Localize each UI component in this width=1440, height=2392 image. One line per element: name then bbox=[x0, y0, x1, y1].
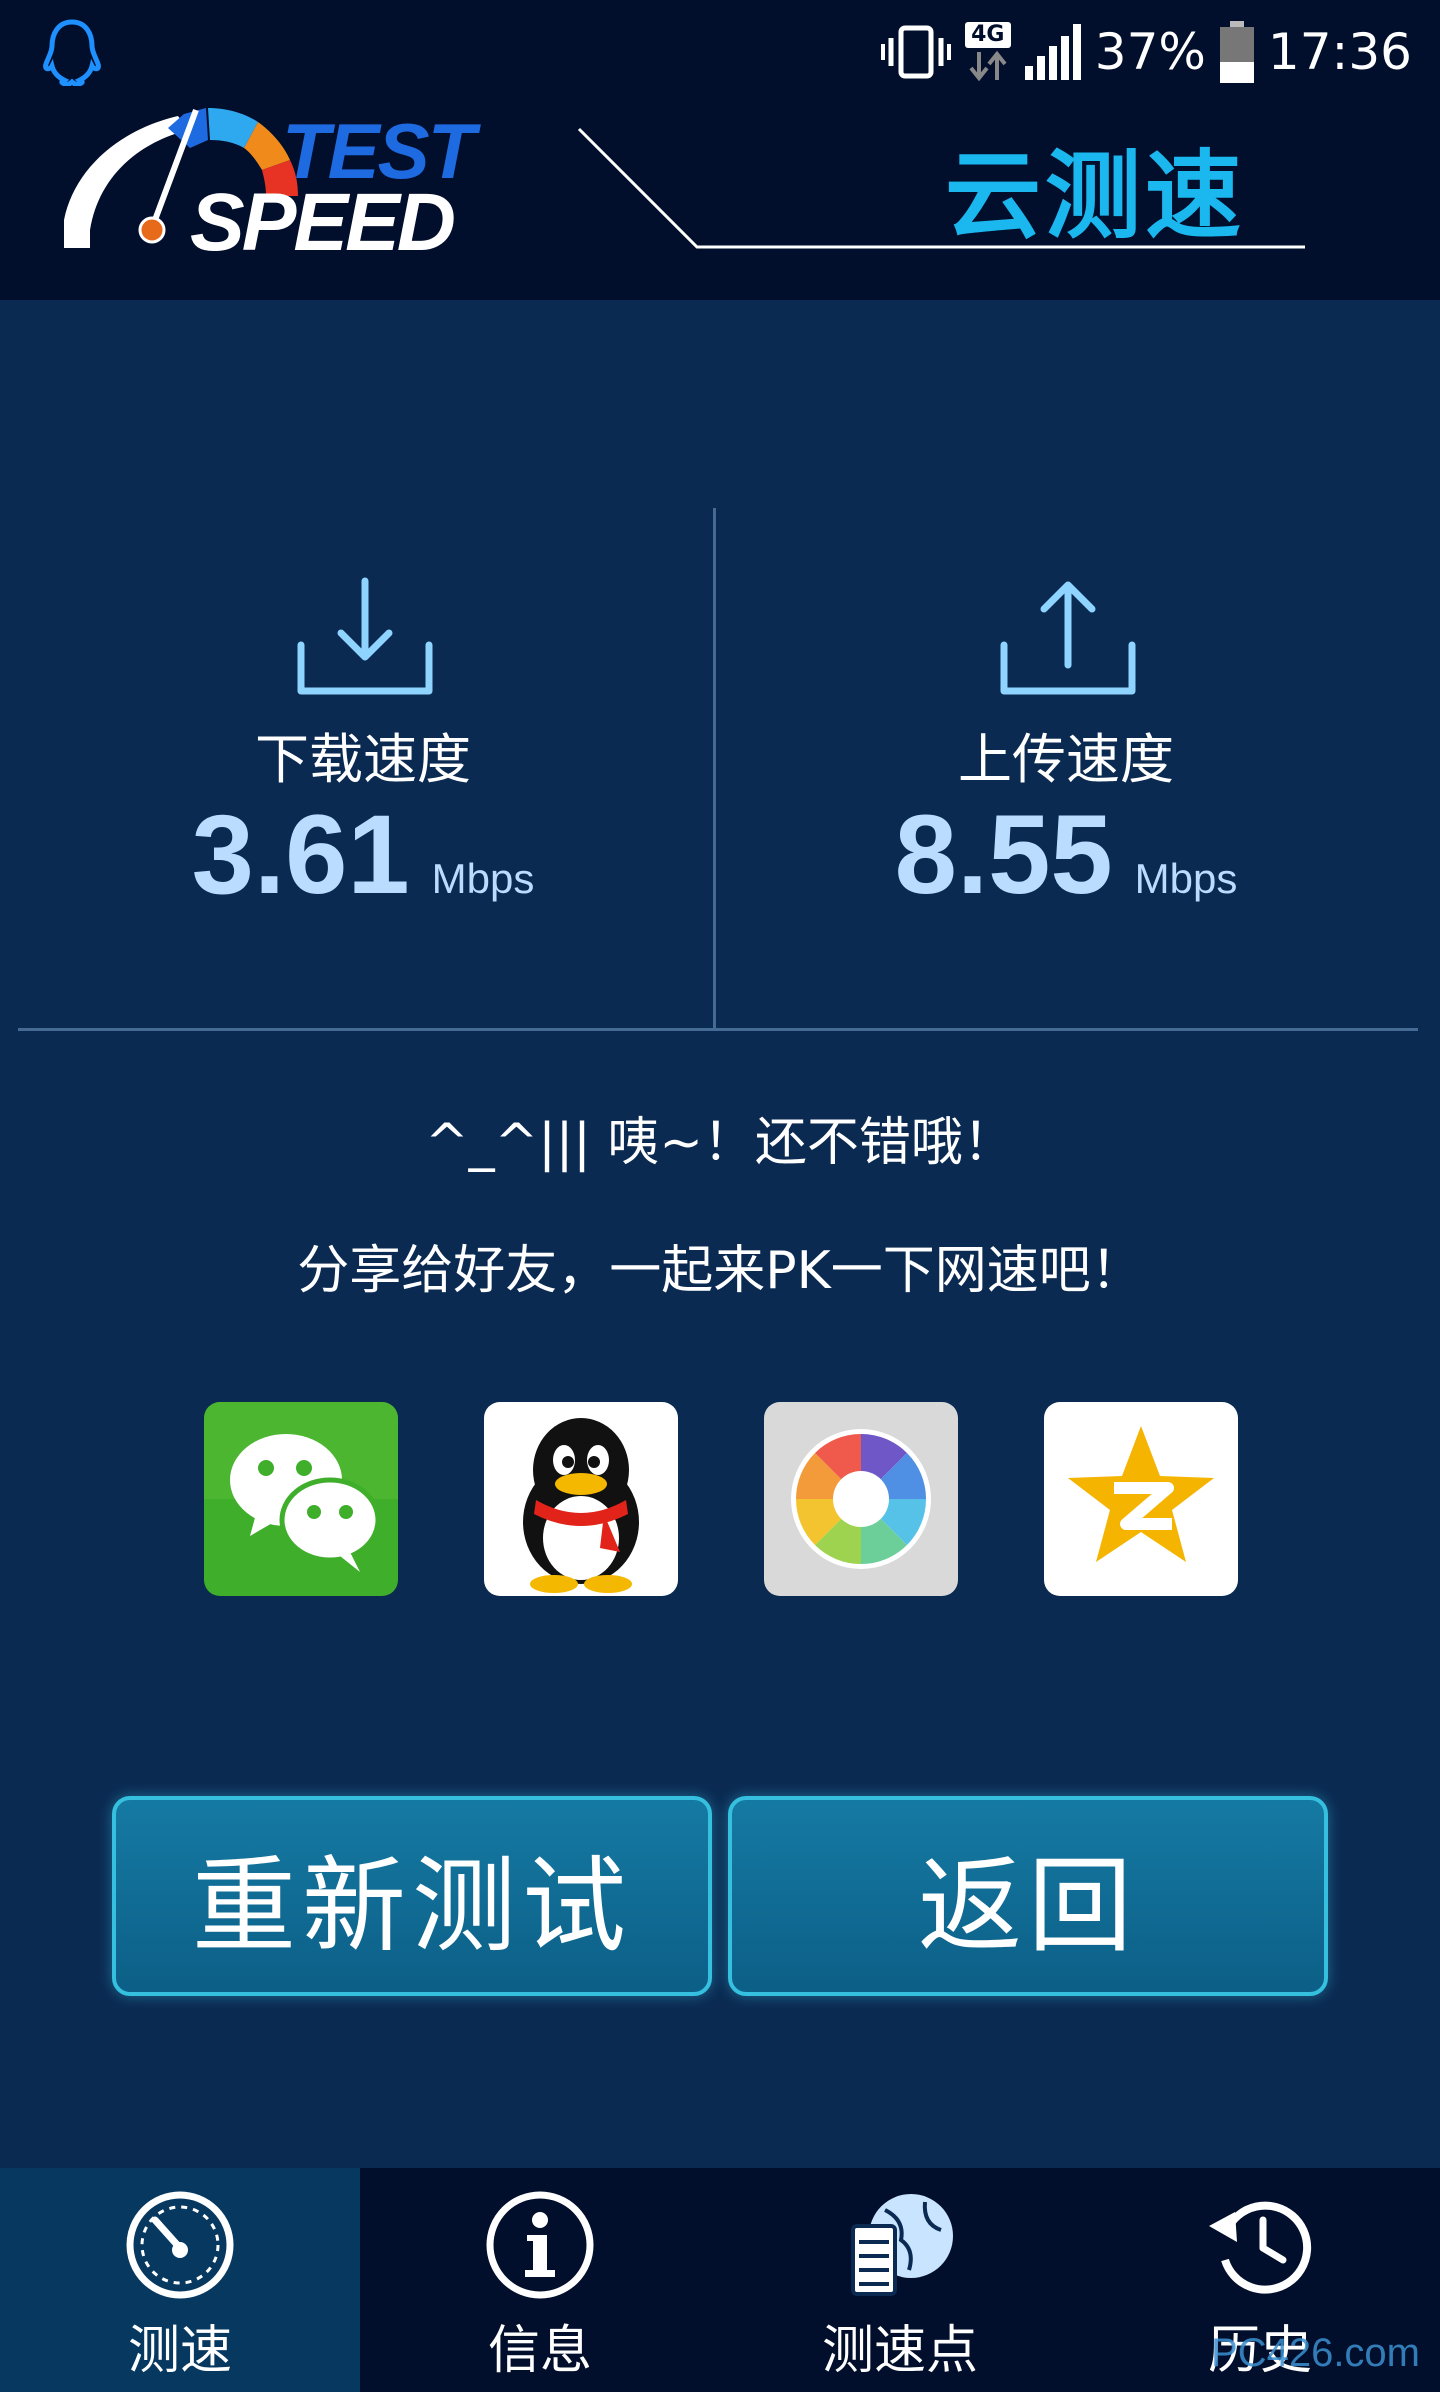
wechat-icon bbox=[204, 1402, 398, 1596]
nav-label-info: 信息 bbox=[487, 2321, 592, 2381]
network-type-icon: 4G bbox=[964, 22, 1011, 82]
logo-text-bottom: SPEED bbox=[190, 177, 454, 260]
share-qzone-button[interactable] bbox=[1044, 1402, 1238, 1596]
server-globe-icon bbox=[851, 2194, 953, 2296]
speedometer-icon bbox=[126, 2191, 234, 2299]
nav-label-servers: 测速点 bbox=[821, 2321, 978, 2381]
vibrate-icon bbox=[880, 25, 951, 79]
network-type-label: 4G bbox=[964, 22, 1011, 48]
qzone-icon bbox=[1044, 1402, 1238, 1596]
results-horizontal-divider bbox=[18, 1028, 1418, 1031]
bottom-nav: 测速 信息 测速点 历史 PC426.com bbox=[0, 2168, 1440, 2392]
upload-speed: 上传速度 8.55 Mbps bbox=[716, 575, 1416, 1015]
battery-icon bbox=[1219, 21, 1254, 83]
share-apps-row bbox=[0, 1402, 1440, 1598]
nav-item-info[interactable]: 信息 bbox=[360, 2168, 720, 2392]
download-value: 3.61 bbox=[191, 792, 410, 917]
back-button[interactable]: 返回 bbox=[728, 1796, 1328, 1996]
info-icon bbox=[486, 2191, 594, 2299]
upload-unit: Mbps bbox=[1134, 855, 1238, 902]
download-label: 下载速度 bbox=[255, 728, 471, 791]
signal-icon bbox=[1024, 24, 1081, 80]
qq-icon bbox=[484, 1402, 678, 1596]
upload-value: 8.55 bbox=[894, 792, 1113, 917]
page-title: 云测速 bbox=[945, 140, 1245, 252]
share-moments-button[interactable] bbox=[764, 1402, 958, 1596]
retest-button[interactable]: 重新测试 bbox=[112, 1796, 712, 1996]
header: 4G 37% 17:36 TEST SPEED 云测速 bbox=[0, 0, 1440, 300]
share-message-line2: 分享给好友，一起来PK一下网速吧！ bbox=[297, 1241, 1143, 1301]
share-wechat-button[interactable] bbox=[204, 1402, 398, 1596]
nav-item-servers[interactable]: 测速点 bbox=[720, 2168, 1080, 2392]
upload-value-row: 8.55 Mbps bbox=[716, 790, 1416, 919]
status-bar: 4G 37% 17:36 bbox=[0, 0, 1440, 100]
share-message-line1: ^_^||| 咦~！还不错哦！ bbox=[425, 1113, 1015, 1173]
clock: 17:36 bbox=[1267, 23, 1412, 81]
watermark: PC426.com bbox=[1211, 2331, 1420, 2375]
moments-icon bbox=[764, 1402, 958, 1596]
upload-label: 上传速度 bbox=[958, 728, 1174, 791]
nav-item-speedtest[interactable]: 测速 bbox=[0, 2168, 360, 2392]
download-value-row: 3.61 Mbps bbox=[13, 790, 713, 919]
nav-label-speedtest: 测速 bbox=[127, 2321, 232, 2381]
qq-notification-icon bbox=[43, 19, 101, 86]
share-qq-button[interactable] bbox=[484, 1402, 678, 1596]
battery-percent: 37% bbox=[1094, 23, 1206, 81]
results-panel: 下载速度 3.61 Mbps 上传速度 8.55 Mbps bbox=[0, 300, 1440, 1060]
history-icon bbox=[1209, 2201, 1312, 2294]
upload-icon bbox=[1000, 581, 1136, 695]
test-speed-logo: TEST SPEED bbox=[64, 107, 484, 260]
download-speed: 下载速度 3.61 Mbps bbox=[13, 575, 713, 1015]
download-unit: Mbps bbox=[431, 855, 535, 902]
download-icon bbox=[297, 577, 433, 695]
